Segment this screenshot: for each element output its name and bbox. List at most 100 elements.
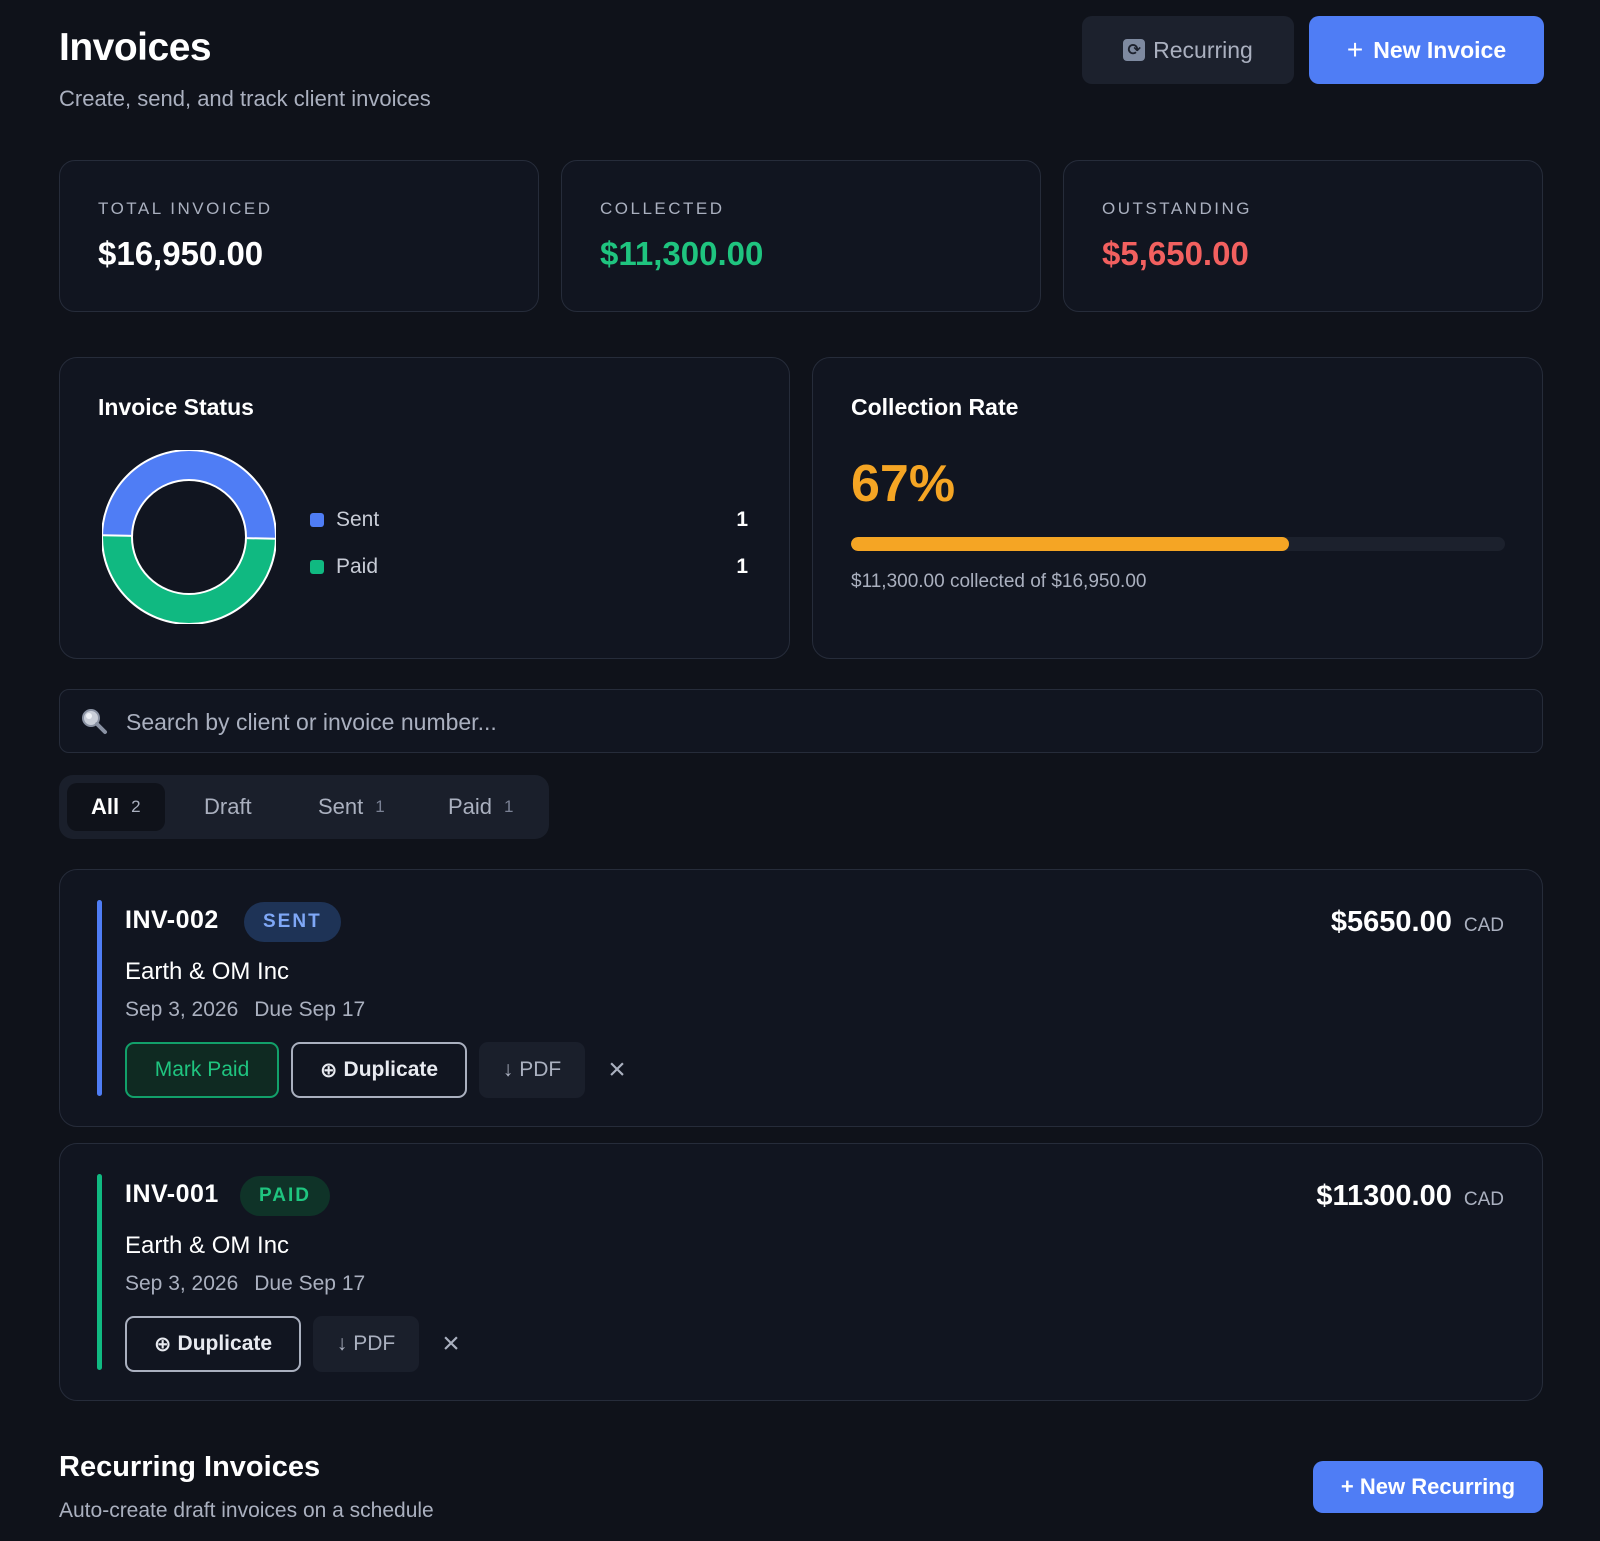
- duplicate-button-label: Duplicate: [343, 1058, 439, 1081]
- search-icon: [82, 709, 107, 734]
- client-name: Earth & OM Inc: [125, 958, 290, 985]
- stat-value: $5,650.00: [1102, 235, 1249, 272]
- duplicate-button[interactable]: ⊕ Duplicate: [291, 1042, 467, 1098]
- search-input[interactable]: [126, 702, 1506, 742]
- stat-value: $11,300.00: [600, 235, 764, 272]
- refresh-icon: ⟳: [1123, 39, 1146, 61]
- recurring-button[interactable]: ⟳ Recurring: [1082, 16, 1294, 84]
- recurring-section-subtitle: Auto-create draft invoices on a schedule: [59, 1499, 434, 1522]
- donut-slice-paid: [102, 535, 276, 624]
- pdf-download-button[interactable]: ↓ PDF: [479, 1042, 585, 1098]
- new-recurring-button[interactable]: + New Recurring: [1313, 1461, 1543, 1513]
- collection-progress-bar: [851, 537, 1505, 551]
- invoice-status-panel: Invoice Status Sent 1 Paid 1: [59, 357, 790, 659]
- page-title: Invoices: [59, 26, 212, 69]
- tab-label: All: [91, 794, 120, 819]
- donut-inner-ring: [131, 479, 247, 595]
- legend-label: Paid: [336, 555, 379, 578]
- stats-row: TOTAL INVOICED $16,950.00 COLLECTED $11,…: [59, 160, 1543, 312]
- status-badge: SENT: [244, 902, 341, 942]
- invoice-amount-group: $5650.00 CAD: [1331, 906, 1504, 939]
- close-icon: ×: [608, 1053, 626, 1086]
- invoice-date: Sep 3, 2026: [125, 998, 239, 1021]
- stat-card-total-invoiced: TOTAL INVOICED $16,950.00: [59, 160, 539, 312]
- collection-rate-title: Collection Rate: [851, 394, 1019, 420]
- stat-label: OUTSTANDING: [1102, 199, 1252, 218]
- duplicate-icon: ⊕: [153, 1332, 172, 1356]
- tab-count: 1: [375, 797, 385, 816]
- donut-slice-separator: [244, 537, 276, 540]
- invoice-number: INV-002: [125, 906, 219, 934]
- download-arrow-icon: ↓: [502, 1058, 514, 1081]
- donut-slice-separator: [102, 534, 134, 537]
- search-bar: [59, 689, 1543, 753]
- invoice-status-donut-chart: [102, 450, 276, 624]
- invoice-date: Sep 3, 2026: [125, 1272, 239, 1295]
- duplicate-button-label: Duplicate: [177, 1332, 273, 1355]
- legend-swatch: [310, 513, 324, 527]
- donut-slice-sent: [102, 450, 276, 539]
- legend-item-sent: Sent 1: [310, 505, 748, 535]
- close-icon: ×: [442, 1327, 460, 1360]
- collection-rate-panel: Collection Rate 67% $11,300.00 collected…: [812, 357, 1543, 659]
- invoice-currency: CAD: [1463, 1189, 1504, 1210]
- invoice-amount: $5650.00: [1330, 906, 1452, 938]
- tab-count: 2: [131, 797, 141, 816]
- tab-all[interactable]: All 2: [67, 783, 165, 831]
- stat-label: TOTAL INVOICED: [98, 199, 273, 218]
- stat-value: $16,950.00: [98, 235, 264, 272]
- delete-invoice-button[interactable]: ×: [597, 1042, 637, 1098]
- recurring-section-title: Recurring Invoices: [59, 1451, 321, 1483]
- status-accent-bar: [97, 1174, 102, 1370]
- new-invoice-button-label: New Invoice: [1373, 36, 1507, 63]
- due-date: Due Sep 17: [254, 1272, 366, 1295]
- mark-paid-button[interactable]: Mark Paid: [125, 1042, 279, 1098]
- collection-rate-value: 67%: [851, 455, 956, 513]
- invoice-dates: Sep 3, 2026 Due Sep 17: [125, 1272, 365, 1296]
- due-date: Due Sep 17: [254, 998, 366, 1021]
- filter-tabs: All 2 Draft Sent 1 Paid 1: [59, 775, 549, 839]
- pdf-button-label: PDF: [353, 1332, 396, 1355]
- invoice-actions: Mark Paid ⊕ Duplicate ↓ PDF ×: [125, 1042, 637, 1098]
- status-accent-bar: [97, 900, 102, 1096]
- pdf-download-button[interactable]: ↓ PDF: [313, 1316, 419, 1372]
- invoices-page: Invoices Create, send, and track client …: [59, 0, 1544, 1522]
- invoice-actions: ⊕ Duplicate ↓ PDF ×: [125, 1316, 471, 1372]
- legend-swatch: [310, 560, 324, 574]
- invoice-amount: $11300.00: [1316, 1180, 1452, 1212]
- tab-draft[interactable]: Draft: [204, 783, 252, 831]
- invoice-currency: CAD: [1463, 915, 1504, 936]
- invoice-card[interactable]: INV-001 PAID Earth & OM Inc Sep 3, 2026 D…: [59, 1143, 1543, 1401]
- legend-count: 1: [736, 508, 748, 531]
- tab-label: Draft: [204, 794, 252, 819]
- client-name: Earth & OM Inc: [125, 1232, 290, 1259]
- recurring-button-label: Recurring: [1153, 36, 1253, 63]
- tab-sent[interactable]: Sent 1: [318, 783, 385, 831]
- pdf-button-label: PDF: [519, 1058, 562, 1081]
- stat-card-outstanding: OUTSTANDING $5,650.00: [1063, 160, 1543, 312]
- invoice-status-title: Invoice Status: [98, 394, 254, 420]
- download-arrow-icon: ↓: [336, 1332, 348, 1355]
- invoice-card[interactable]: INV-002 SENT Earth & OM Inc Sep 3, 2026 D…: [59, 869, 1543, 1127]
- legend-label: Sent: [336, 508, 380, 531]
- delete-invoice-button[interactable]: ×: [431, 1316, 471, 1372]
- page-header: Invoices Create, send, and track client …: [59, 0, 1544, 150]
- stat-label: COLLECTED: [600, 199, 725, 218]
- invoice-number: INV-001: [125, 1180, 219, 1208]
- plus-icon: +: [1346, 34, 1364, 65]
- new-invoice-button[interactable]: + New Invoice: [1309, 16, 1544, 84]
- tab-count: 1: [504, 797, 514, 816]
- invoice-amount-group: $11300.00 CAD: [1316, 1180, 1504, 1213]
- tab-paid[interactable]: Paid 1: [448, 783, 514, 831]
- stat-card-collected: COLLECTED $11,300.00: [561, 160, 1041, 312]
- legend-count: 1: [736, 555, 748, 578]
- tab-label: Sent: [318, 794, 364, 819]
- duplicate-button[interactable]: ⊕ Duplicate: [125, 1316, 301, 1372]
- page-subtitle: Create, send, and track client invoices: [59, 86, 431, 111]
- duplicate-icon: ⊕: [319, 1058, 338, 1082]
- status-badge: PAID: [240, 1176, 330, 1216]
- collection-rate-caption: $11,300.00 collected of $16,950.00: [851, 571, 1147, 592]
- invoice-dates: Sep 3, 2026 Due Sep 17: [125, 998, 365, 1022]
- legend-item-paid: Paid 1: [310, 552, 748, 582]
- tab-label: Paid: [448, 794, 493, 819]
